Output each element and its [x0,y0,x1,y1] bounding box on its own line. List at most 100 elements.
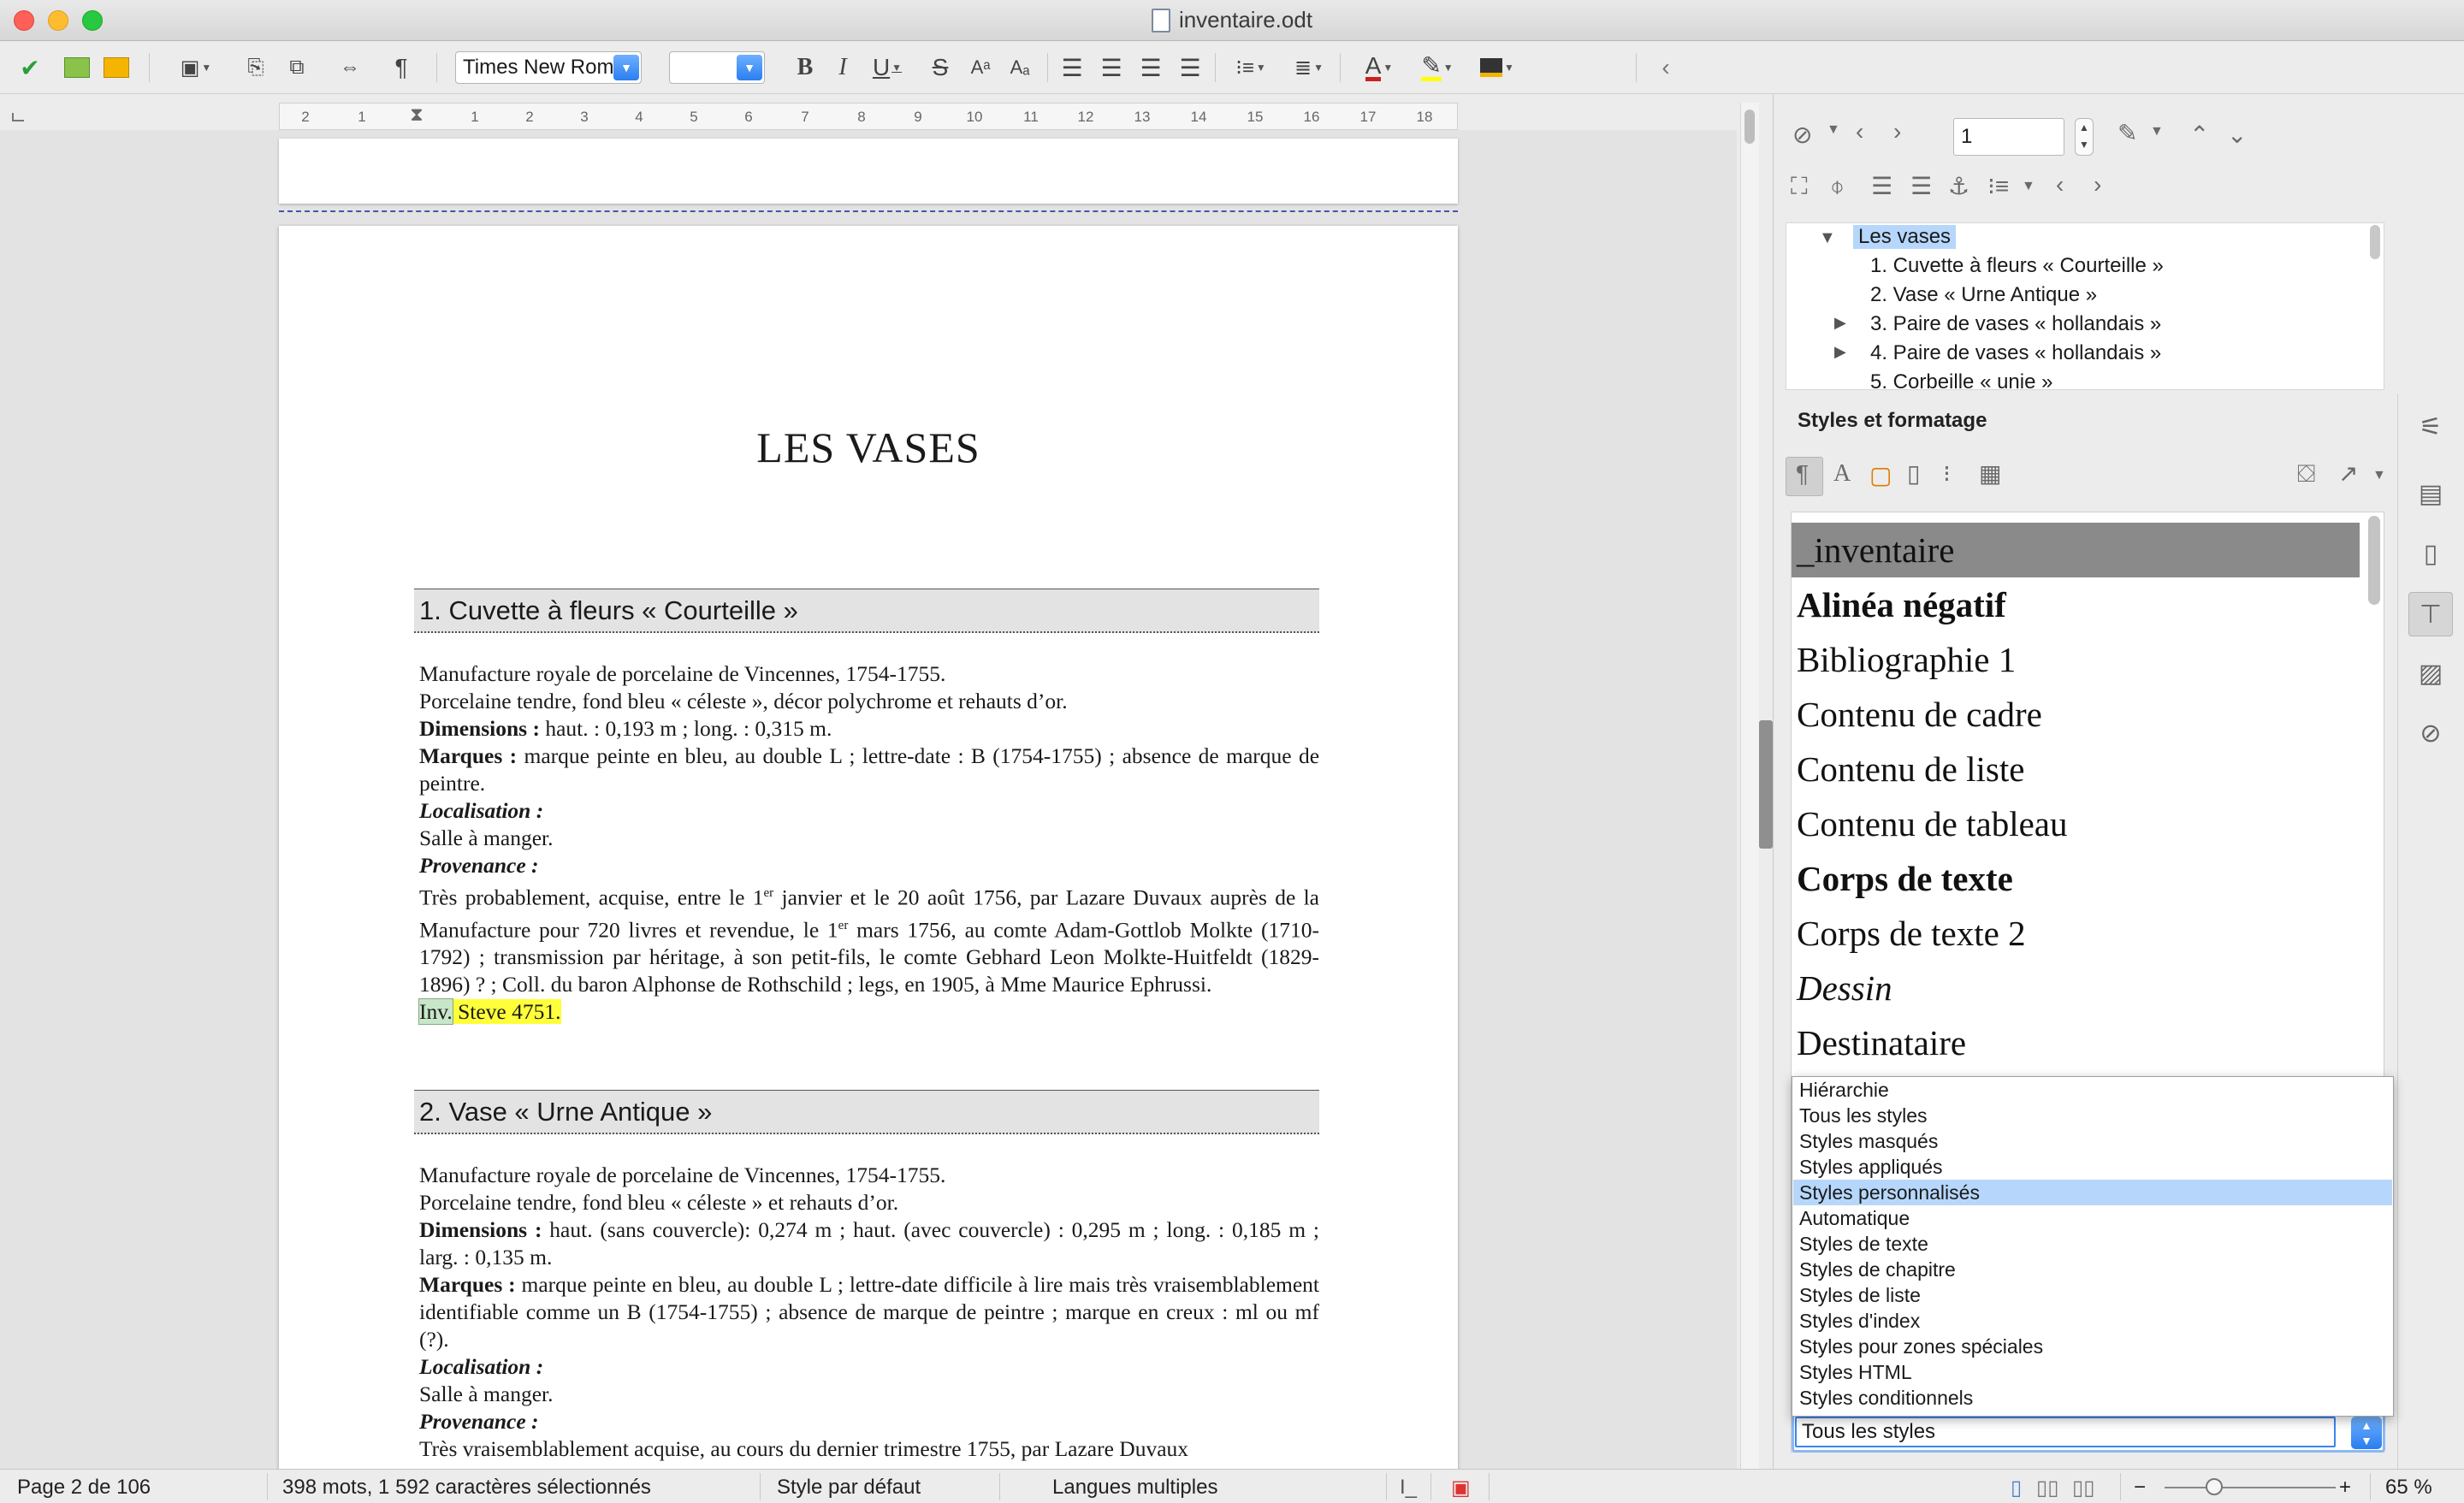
next-icon[interactable]: › [1893,120,1901,144]
scrollbar-thumb[interactable] [1744,109,1755,144]
document-modified-icon[interactable]: ▣ [1451,1476,1471,1500]
filter-option[interactable]: Styles pour zones spéciales [1793,1334,2392,1359]
paragraph-styles-icon[interactable]: ¶ [1796,462,1809,486]
content-view-icon[interactable]: ⛶ [1791,175,1808,198]
section-body[interactable]: Manufacture royale de porcelaine de Vinc… [418,660,1319,1026]
tree-item[interactable]: 2. Vase « Urne Antique » [1870,283,2097,307]
italic-icon[interactable]: I [828,53,857,82]
font-name-input[interactable]: Times New Roman ▼ [455,51,642,84]
document-page[interactable]: LES VASES 1. Cuvette à fleurs « Courteil… [279,226,1458,1469]
tree-item[interactable]: 1. Cuvette à fleurs « Courteille » [1870,254,2164,278]
align-center-icon[interactable]: ☰ [1097,53,1126,82]
filter-option[interactable]: Tous les styles [1793,1103,2392,1128]
ruler-corner-icon[interactable] [12,113,24,121]
chevron-down-icon[interactable]: ▼ [737,55,762,80]
style-item[interactable]: Contenu de liste [1792,742,2360,796]
filter-option[interactable]: Styles personnalisés [1793,1180,2392,1205]
superscript-icon[interactable]: Aᵃ [963,53,998,82]
link-icon[interactable]: ⇔ [335,53,364,82]
font-color-icon[interactable]: A ▼ [1355,53,1403,82]
properties-icon[interactable]: ⚟ [2408,405,2453,450]
filter-option[interactable]: Styles HTML [1793,1359,2392,1385]
reminder-icon[interactable]: ⌽ [1830,175,1845,198]
style-item[interactable]: Destinataire [1792,1015,2360,1070]
chevron-down-icon[interactable]: ▼ [2372,469,2386,482]
insert-mode-icon[interactable]: I_ [1400,1476,1417,1500]
table-styles-icon[interactable]: ▦ [1979,462,2001,486]
bold-icon[interactable]: B [791,53,820,82]
check-icon[interactable]: ✔ [15,53,44,82]
outline-icon[interactable]: ≣ ▼ [1287,53,1331,82]
style-item[interactable]: Contenu de cadre [1792,687,2360,742]
chevron-down-icon[interactable]: ▼ [1827,123,1840,137]
zoom-out-button[interactable]: − [2134,1476,2146,1500]
save-icon[interactable]: ▣ ▼ [168,53,224,82]
strikethrough-icon[interactable]: S [926,53,955,82]
footer-icon[interactable]: ☰ [1910,175,1932,198]
styles-deck-icon[interactable]: ⊤ [2408,592,2453,636]
drag-mode-icon[interactable]: ✎ [2118,121,2137,145]
chevron-down-icon[interactable]: ▼ [2150,125,2164,139]
tree-item[interactable]: 4. Paire de vases « hollandais » [1870,341,2161,365]
style-filter-select[interactable]: Tous les styles [1795,1417,2336,1447]
move-down-icon[interactable]: › [2094,173,2101,197]
promote-chapter-icon[interactable]: ⌃ [2189,123,2209,147]
updown-chevron-icon[interactable]: ▲ ▼ [2351,1417,2382,1449]
gallery-icon[interactable]: ▨ [2408,652,2453,696]
filter-option[interactable]: Automatique [1793,1205,2392,1231]
filter-option[interactable]: Styles de liste [1793,1282,2392,1308]
style-item[interactable]: _inventaire [1792,523,2360,577]
back-arrow-icon[interactable]: ‹ [1651,53,1680,82]
tree-item-root[interactable]: Les vases [1853,225,1957,249]
frame-styles-icon[interactable]: ▢ [1869,464,1892,488]
document-scrollbar[interactable] [1740,103,1759,1469]
page-properties-icon[interactable]: ▤ [2408,472,2453,517]
collapsed-arrow-icon[interactable]: ▶ [1834,343,1846,361]
navigation-icon[interactable]: ⊘ [1792,123,1812,147]
new-style-icon[interactable]: ↗ [2338,462,2358,486]
navigator-tree[interactable]: ▼ Les vases 1. Cuvette à fleurs « Courte… [1786,222,2384,390]
header-icon[interactable]: ☰ [1871,175,1892,198]
filter-option[interactable]: Styles d'index [1793,1308,2392,1334]
move-up-icon[interactable]: ‹ [2056,173,2064,197]
redo-icon[interactable]: ⧉ [282,53,311,82]
edit-icon[interactable] [62,53,92,82]
filter-option[interactable]: Styles appliqués [1793,1154,2392,1180]
anchor-icon[interactable]: ⚓ [1948,175,1969,198]
page-styles-icon[interactable]: ▯ [1907,462,1920,486]
scrollbar-thumb[interactable] [2370,225,2380,259]
expanded-arrow-icon[interactable]: ▼ [1819,228,1836,248]
tree-item[interactable]: 5. Corbeille « unie » [1870,370,2052,389]
page-count[interactable]: Page 2 de 106 [17,1476,151,1500]
list-styles-icon[interactable]: ⁝ [1943,462,1951,486]
filter-option[interactable]: Styles de chapitre [1793,1257,2392,1282]
paragraph-mark-icon[interactable]: ¶ [387,53,416,82]
underline-icon[interactable]: U ▼ [866,53,909,82]
list-icon[interactable]: ⁝≡ ▼ [1229,53,1273,82]
character-styles-icon[interactable]: A [1833,462,1851,486]
zoom-slider-knob[interactable] [2206,1478,2223,1495]
section-heading[interactable]: 1. Cuvette à fleurs « Courteille » [414,589,1319,633]
collapsed-arrow-icon[interactable]: ▶ [1834,314,1846,332]
outline-level-icon[interactable]: ⁝≡ [1987,175,2009,198]
horizontal-ruler[interactable]: 2 1 ⧗ 1 2 3 4 5 6 7 8 9 10 11 12 13 14 1… [279,103,1458,130]
style-filter-dropdown[interactable]: Hiérarchie Tous les styles Styles masqué… [1792,1076,2394,1417]
demote-chapter-icon[interactable]: ⌄ [2227,123,2247,147]
chevron-down-icon[interactable]: ▼ [2022,180,2035,193]
zoom-in-button[interactable]: + [2339,1476,2351,1500]
filter-option[interactable]: Styles masqués [1793,1128,2392,1154]
book-view-icon[interactable]: ▯▯ [2072,1476,2094,1500]
justify-icon[interactable]: ☰ [1176,53,1205,82]
undo-icon[interactable]: ⎘ [241,53,270,82]
style-item[interactable]: Dessin [1792,961,2360,1015]
section-body[interactable]: Manufacture royale de porcelaine de Vinc… [419,1162,1319,1463]
style-item[interactable]: Bibliographie 1 [1792,632,2360,687]
zoom-level[interactable]: 65 % [2385,1476,2432,1500]
language[interactable]: Langues multiples [1052,1476,1217,1500]
style-item[interactable]: Contenu de tableau [1792,796,2360,851]
fill-format-icon[interactable]: ⛋ [2297,462,2315,486]
previous-icon[interactable]: ‹ [1856,120,1863,144]
tree-item[interactable]: 3. Paire de vases « hollandais » [1870,312,2161,336]
background-color-icon[interactable]: ▼ [1472,53,1523,82]
word-count[interactable]: 398 mots, 1 592 caractères sélectionnés [282,1476,651,1500]
